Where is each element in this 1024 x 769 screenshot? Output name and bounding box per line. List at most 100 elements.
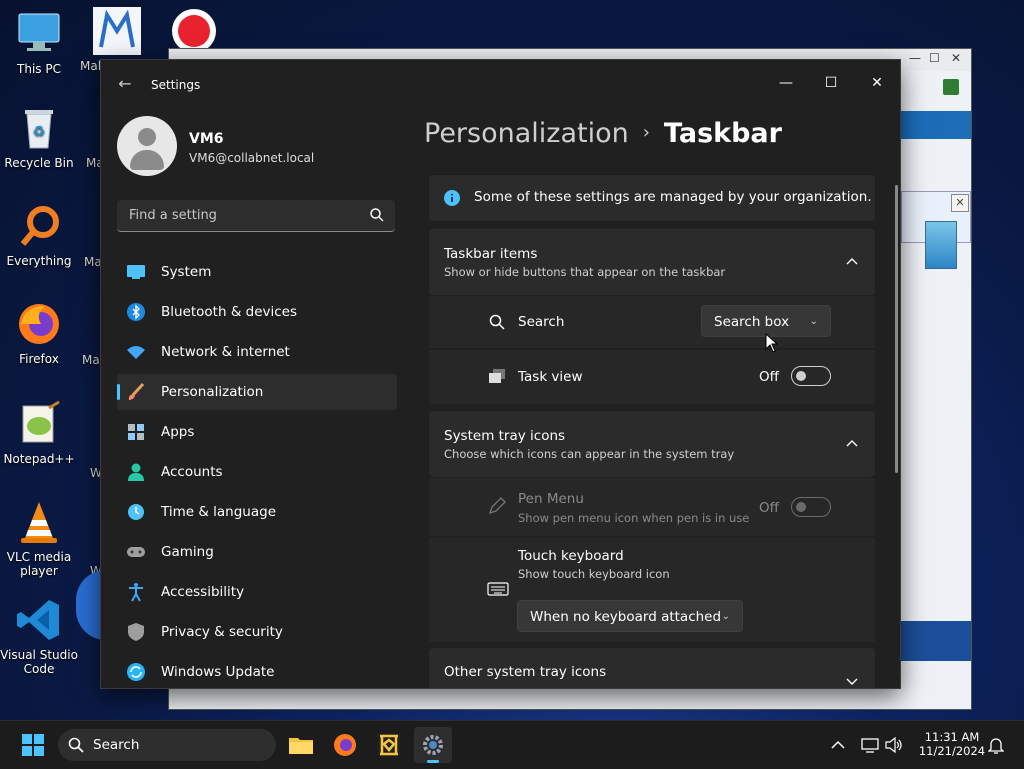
nav-item-system[interactable]: System xyxy=(117,254,397,290)
breadcrumb-separator: › xyxy=(642,122,650,143)
desktop-icon-malwarebytes[interactable] xyxy=(93,7,141,55)
person-icon xyxy=(126,462,146,482)
maximize-button[interactable]: ☐ xyxy=(811,68,851,98)
task-view-row: Task view Off xyxy=(429,350,875,404)
nav-item-windows-update[interactable]: Windows Update xyxy=(117,654,397,688)
clock-globe-icon xyxy=(126,502,146,522)
shield-icon xyxy=(126,622,146,642)
malwarebytes-icon xyxy=(99,9,135,48)
mouse-cursor-icon xyxy=(765,333,779,353)
settings-nav: System Bluetooth & devices Network & int… xyxy=(117,254,397,688)
pen-icon xyxy=(488,497,506,515)
chevron-down-icon[interactable] xyxy=(845,674,859,688)
network-icon[interactable] xyxy=(860,735,880,755)
back-arrow-icon[interactable]: ← xyxy=(115,74,135,94)
touch-keyboard-dropdown[interactable]: When no keyboard attached ⌄ xyxy=(517,600,743,632)
firefox-taskbar-button[interactable] xyxy=(326,727,364,763)
find-setting-input[interactable] xyxy=(127,207,361,224)
background-window-banner xyxy=(901,111,971,139)
nav-item-personalization[interactable]: Personalization xyxy=(117,374,397,410)
pen-menu-sub: Show pen menu icon when pen is in use xyxy=(518,511,750,525)
recycle-bin-icon: ♻ xyxy=(15,104,63,152)
desktop-icon-label: Everything xyxy=(6,254,72,268)
chevron-up-icon[interactable] xyxy=(845,437,859,451)
chevron-up-icon[interactable] xyxy=(828,735,848,755)
info-icon xyxy=(444,190,460,206)
taskbar-search-label: Search xyxy=(93,737,140,753)
nav-item-bluetooth[interactable]: Bluetooth & devices xyxy=(117,294,397,330)
nav-item-accounts[interactable]: Accounts xyxy=(117,454,397,490)
nav-item-label: Accounts xyxy=(161,464,223,480)
taskbar-items-header[interactable]: Taskbar items Show or hide buttons that … xyxy=(429,229,875,295)
chevron-down-icon: ⌄ xyxy=(809,316,818,327)
desktop-icon-this-pc[interactable]: This PC xyxy=(0,10,78,76)
pen-menu-row: Pen Menu Show pen menu icon when pen is … xyxy=(429,478,875,536)
desktop-icon-vlc[interactable]: VLC media player xyxy=(0,498,78,578)
app-taskbar-button[interactable] xyxy=(370,727,408,763)
touch-keyboard-sub: Show touch keyboard icon xyxy=(518,567,670,581)
nav-item-accessibility[interactable]: Accessibility xyxy=(117,574,397,610)
notification-bell-icon[interactable] xyxy=(986,735,1006,755)
avatar[interactable] xyxy=(117,116,177,176)
close-button[interactable]: ✕ xyxy=(857,68,897,98)
touch-keyboard-label: Touch keyboard xyxy=(518,548,624,564)
user-email: VM6@collabnet.local xyxy=(189,151,315,165)
nav-item-apps[interactable]: Apps xyxy=(117,414,397,450)
svg-text:♻: ♻ xyxy=(33,124,46,140)
nav-item-gaming[interactable]: Gaming xyxy=(117,534,397,570)
accessibility-icon xyxy=(126,582,146,602)
apps-icon xyxy=(126,422,146,442)
desktop-icon-vscode[interactable]: Visual Studio Code xyxy=(0,596,78,676)
breadcrumb: Personalization › Taskbar xyxy=(424,118,782,149)
wifi-icon xyxy=(126,342,146,362)
installer-box-icon xyxy=(925,221,957,269)
scrollbar[interactable] xyxy=(895,185,898,473)
brush-icon xyxy=(126,382,146,402)
taskbar-search[interactable]: Search xyxy=(58,729,276,761)
minimize-button[interactable]: — xyxy=(766,68,806,98)
search-icon xyxy=(370,208,384,222)
chevron-up-icon[interactable] xyxy=(845,255,859,269)
settings-taskbar-button[interactable] xyxy=(414,727,452,763)
nav-item-time-language[interactable]: Time & language xyxy=(117,494,397,530)
system-tray-header[interactable]: System tray icons Choose which icons can… xyxy=(429,411,875,477)
search-setting-label: Search xyxy=(518,314,565,330)
desktop-icon-firefox[interactable]: Firefox xyxy=(0,300,78,366)
user-name: VM6 xyxy=(189,131,224,147)
close-icon[interactable]: ✕ xyxy=(951,194,969,212)
start-button[interactable] xyxy=(14,727,52,763)
nav-item-label: System xyxy=(161,264,212,280)
nav-item-network[interactable]: Network & internet xyxy=(117,334,397,370)
volume-icon[interactable] xyxy=(884,735,904,755)
taskbar-clock[interactable]: 11:31 AM 11/21/2024 xyxy=(916,730,988,758)
settings-window[interactable]: ← Settings — ☐ ✕ VM6 VM6@collabnet.local… xyxy=(100,59,901,689)
file-explorer-button[interactable] xyxy=(282,727,320,763)
nav-item-label: Windows Update xyxy=(161,664,275,680)
background-window-footer xyxy=(901,621,971,661)
window-title: Settings xyxy=(151,78,201,92)
nav-item-label: Accessibility xyxy=(161,584,245,600)
desktop-icon-label: VLC media player xyxy=(6,550,72,578)
breadcrumb-parent[interactable]: Personalization xyxy=(424,118,629,149)
screen-recorder-icon[interactable] xyxy=(172,9,216,53)
close-icon[interactable]: ✕ xyxy=(951,51,961,65)
app-icon xyxy=(378,734,400,756)
desktop-icon-label: Notepad++ xyxy=(3,452,75,466)
sticky-notes-icon[interactable] xyxy=(943,79,959,95)
other-tray-header[interactable]: Other system tray icons xyxy=(429,648,875,688)
nav-item-label: Gaming xyxy=(161,544,214,560)
desktop-icon-recycle-bin[interactable]: ♻ Recycle Bin xyxy=(0,104,78,170)
desktop-icon-notepad-plus-plus[interactable]: Notepad++ xyxy=(0,400,78,466)
nav-item-privacy-security[interactable]: Privacy & security xyxy=(117,614,397,650)
section-title: System tray icons xyxy=(444,428,566,444)
task-view-label: Task view xyxy=(518,369,583,385)
section-subtitle: Show or hide buttons that appear on the … xyxy=(444,265,726,279)
minimize-icon[interactable]: — xyxy=(909,51,921,65)
search-setting-row: Search Search box ⌄ xyxy=(429,296,875,348)
find-setting-box[interactable] xyxy=(117,200,395,232)
desktop-icon-everything[interactable]: Everything xyxy=(0,202,78,268)
maximize-icon[interactable]: ☐ xyxy=(929,51,940,65)
bluetooth-icon xyxy=(126,302,146,322)
gamepad-icon xyxy=(126,542,146,562)
task-view-toggle[interactable] xyxy=(791,366,831,386)
